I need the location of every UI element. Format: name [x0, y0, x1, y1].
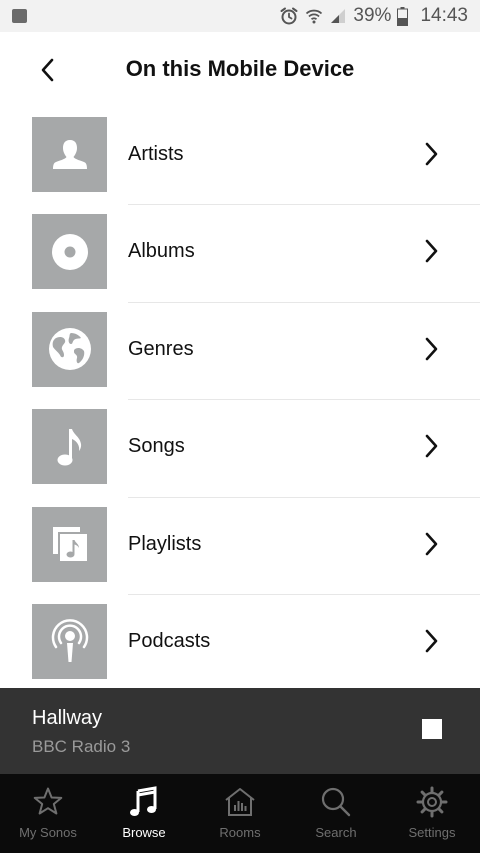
- globe-icon: [48, 328, 91, 371]
- list-item-label: Genres: [128, 337, 194, 360]
- chevron-right-icon: [420, 628, 442, 654]
- list-item-label: Playlists: [128, 532, 202, 555]
- playlists-thumbnail: [32, 506, 107, 582]
- gear-icon: [416, 786, 448, 818]
- list-item-label: Podcasts: [128, 629, 211, 652]
- battery-percent: 39%: [353, 5, 392, 26]
- tab-label: Settings: [408, 825, 456, 840]
- now-playing-station: BBC Radio 3: [32, 737, 131, 756]
- tab-browse[interactable]: Browse: [96, 774, 192, 853]
- list-item-artists[interactable]: Artists: [0, 108, 480, 206]
- tab-search[interactable]: Search: [288, 774, 384, 853]
- tab-settings[interactable]: Settings: [384, 774, 480, 853]
- list-item-songs[interactable]: Songs: [0, 400, 480, 498]
- alarm-icon: [280, 7, 298, 25]
- tab-bar: My Sonos Browse Rooms Search Settings: [0, 774, 480, 853]
- page-title: On this Mobile Device: [125, 56, 355, 81]
- disc-icon: [51, 233, 88, 270]
- list-item-label: Songs: [128, 435, 185, 458]
- status-bar-right: 39% 14:43: [279, 0, 468, 32]
- chevron-right-icon: [420, 238, 442, 264]
- now-playing-bar[interactable]: Hallway BBC Radio 3: [0, 688, 480, 774]
- genres-thumbnail: [32, 311, 107, 387]
- list-item-podcasts[interactable]: Podcasts: [0, 595, 480, 692]
- tab-label: Search: [315, 825, 357, 840]
- now-playing-room: Hallway: [32, 707, 103, 729]
- star-icon: [33, 787, 63, 815]
- chevron-right-icon: [420, 531, 442, 557]
- stop-button[interactable]: [412, 709, 452, 749]
- songs-thumbnail: [32, 409, 107, 485]
- artists-thumbnail: [32, 117, 107, 192]
- battery-icon: [397, 6, 409, 26]
- person-icon: [52, 139, 87, 169]
- search-icon: [321, 787, 351, 817]
- signal-icon: [331, 9, 346, 23]
- list-item-playlists[interactable]: Playlists: [0, 498, 480, 595]
- list-item-genres[interactable]: Genres: [0, 303, 480, 401]
- tab-label: Rooms: [219, 825, 261, 840]
- rooms-icon: [225, 788, 255, 816]
- podcast-icon: [51, 619, 88, 663]
- stop-icon: [422, 719, 442, 739]
- status-bar: 39% 14:43: [0, 0, 480, 32]
- tab-label: My Sonos: [19, 825, 77, 840]
- header: On this Mobile Device: [0, 32, 480, 108]
- chevron-right-icon: [420, 336, 442, 362]
- chevron-right-icon: [420, 141, 442, 167]
- albums-thumbnail: [32, 214, 107, 290]
- wifi-icon: [306, 9, 323, 24]
- playlist-icon: [52, 527, 87, 562]
- music-note-icon: [130, 786, 157, 816]
- tab-rooms[interactable]: Rooms: [192, 774, 288, 853]
- list-item-label: Albums: [128, 240, 195, 263]
- podcasts-thumbnail: [32, 603, 107, 679]
- tab-my-sonos[interactable]: My Sonos: [0, 774, 96, 853]
- tab-label: Browse: [122, 825, 166, 840]
- category-list: Artists Albums Genres Songs Playlists Po…: [0, 108, 480, 692]
- sonos-app-icon: [12, 9, 27, 23]
- clock: 14:43: [420, 5, 468, 26]
- music-note-icon: [57, 428, 81, 466]
- chevron-right-icon: [420, 433, 442, 459]
- list-item-label: Artists: [128, 143, 184, 165]
- list-item-albums[interactable]: Albums: [0, 205, 480, 303]
